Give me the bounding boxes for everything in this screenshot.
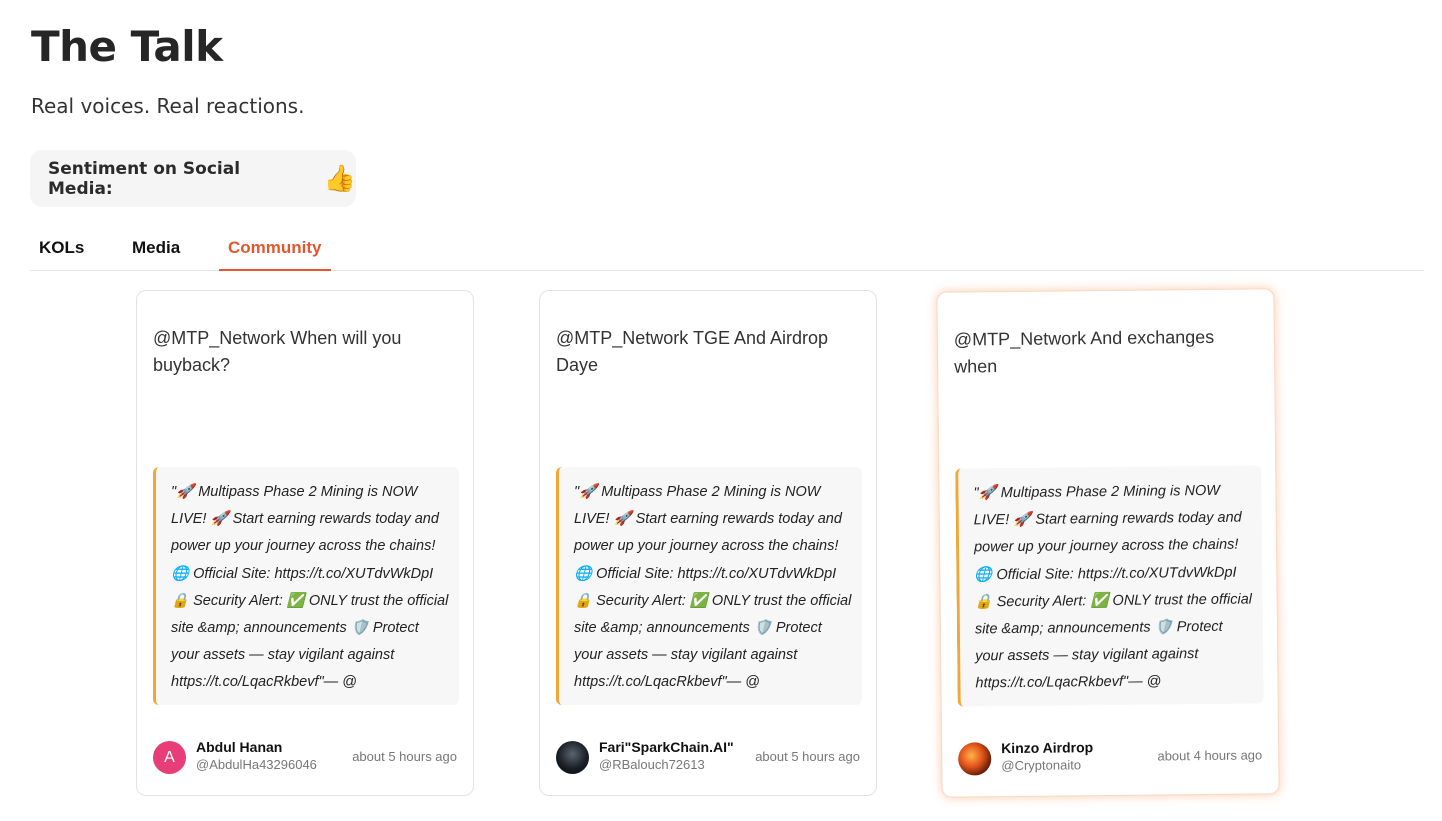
tab-kols[interactable]: KOLs xyxy=(39,238,84,269)
avatar[interactable]: A xyxy=(153,741,186,774)
sentiment-panel: Sentiment on Social Media: 👍 xyxy=(30,150,356,207)
tab-media[interactable]: Media xyxy=(132,238,180,269)
post-text: @MTP_Network And exchanges when xyxy=(953,326,1215,377)
author-name[interactable]: Abdul Hanan xyxy=(196,739,282,755)
thumbs-up-icon: 👍 xyxy=(323,163,356,194)
quoted-post: "🚀 Multipass Phase 2 Mining is NOW LIVE!… xyxy=(556,467,862,705)
post-timestamp: about 5 hours ago xyxy=(755,749,860,764)
post-footer: Kinzo Airdrop @Cryptonaito about 4 hours… xyxy=(958,737,1262,776)
post-footer: Fari"SparkChain.AI" @RBalouch72613 about… xyxy=(556,739,860,775)
post-card[interactable]: @MTP_Network When will you buyback? "🚀 M… xyxy=(136,290,474,796)
tab-bar: KOLs Media Community xyxy=(30,228,1424,271)
tab-community[interactable]: Community xyxy=(219,238,331,271)
page-subtitle: Real voices. Real reactions. xyxy=(31,94,305,118)
avatar[interactable] xyxy=(958,742,992,776)
post-text: @MTP_Network TGE And Airdrop Daye xyxy=(556,328,829,375)
author-handle[interactable]: @Cryptonaito xyxy=(1001,757,1081,773)
author-handle[interactable]: @AbdulHa43296046 xyxy=(196,757,317,772)
post-footer: A Abdul Hanan @AbdulHa43296046 about 5 h… xyxy=(153,739,457,775)
page-title: The Talk xyxy=(31,22,223,71)
avatar[interactable] xyxy=(556,741,589,774)
sentiment-label: Sentiment on Social Media: xyxy=(48,158,241,199)
author-name[interactable]: Kinzo Airdrop xyxy=(1001,739,1093,756)
post-card[interactable]: @MTP_Network And exchanges when "🚀 Multi… xyxy=(936,288,1280,798)
quoted-post: "🚀 Multipass Phase 2 Mining is NOW LIVE!… xyxy=(153,467,459,705)
quoted-post: "🚀 Multipass Phase 2 Mining is NOW LIVE!… xyxy=(955,465,1264,707)
post-timestamp: about 5 hours ago xyxy=(352,749,457,764)
author-handle[interactable]: @RBalouch72613 xyxy=(599,757,705,772)
post-timestamp: about 4 hours ago xyxy=(1157,747,1263,764)
post-card[interactable]: @MTP_Network TGE And Airdrop Daye "🚀 Mul… xyxy=(539,290,877,796)
author-name[interactable]: Fari"SparkChain.AI" xyxy=(599,739,734,755)
post-text: @MTP_Network When will you buyback? xyxy=(153,328,402,375)
